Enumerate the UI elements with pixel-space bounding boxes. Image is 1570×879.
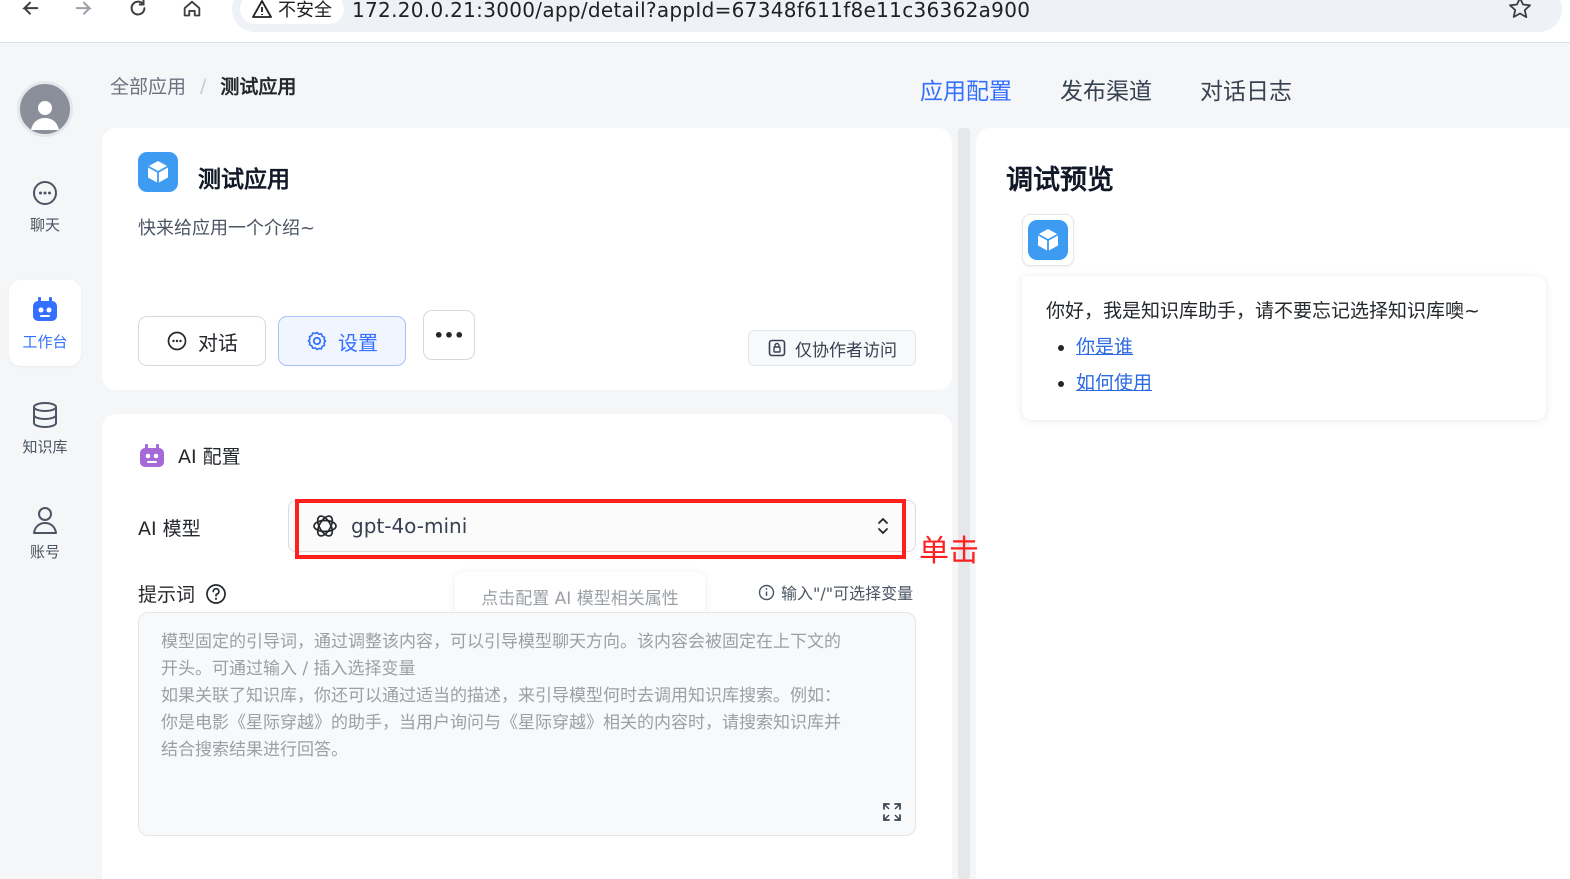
url-text[interactable]: 172.20.0.21:3000/app/detail?appId=67348f… [352, 0, 1030, 22]
person-icon [33, 506, 57, 534]
bot-greeting: 你好，我是知识库助手，请不要忘记选择知识库噢~ [1046, 300, 1480, 322]
home-icon [183, 0, 201, 17]
annotation-highlight-box [295, 499, 906, 559]
cube-icon [147, 161, 169, 183]
app-logo [1028, 220, 1068, 260]
sidebar-item-label: 账号 [29, 542, 60, 561]
chat-bubble-icon [33, 180, 57, 205]
app-description: 快来给应用一个介绍~ [138, 218, 316, 239]
settings-button-label: 设置 [338, 330, 378, 355]
debug-preview-panel: 调试预览 你好，我是知识库助手，请不要忘记选择知识库噢~ 你是谁 如何使用 [976, 128, 1570, 879]
tab-chat-logs[interactable]: 对话日志 [1200, 72, 1292, 106]
user-avatar-icon [31, 101, 59, 130]
model-label: AI 模型 [138, 518, 201, 540]
prompt-placeholder-line: 你是电影《星际穿越》的助手，当用户询问与《星际穿越》相关的内容时，请搜索知识库并 [161, 713, 841, 733]
breadcrumb: 全部应用 / 测试应用 [110, 72, 296, 99]
prompt-placeholder-line: 模型固定的引导词，通过调整该内容，可以引导模型聊天方向。该内容会被固定在上下文的 [161, 632, 841, 652]
sidebar-item-label: 聊天 [29, 215, 60, 234]
preview-title: 调试预览 [1006, 165, 1114, 196]
sidebar-item-label: 知识库 [22, 437, 68, 456]
insecure-label: 不安全 [278, 0, 332, 21]
panel-splitter[interactable] [958, 128, 970, 879]
prompt-label: 提示词 [138, 580, 227, 607]
robot-icon [33, 296, 57, 321]
more-button[interactable]: ••• [423, 310, 475, 360]
app-info-card: 测试应用 快来给应用一个介绍~ 对话 设置 ••• 仅协作者访问 [102, 128, 952, 390]
info-icon [758, 584, 775, 600]
bookmark-star-icon[interactable] [1508, 0, 1532, 20]
sidebar: 聊天 工作台 知识库 账号 [0, 43, 90, 879]
gear-icon [307, 331, 327, 351]
ai-config-card: AI 配置 AI 模型 gpt-4o-mini 点击配置 AI 模型相关属性 提… [102, 414, 952, 879]
help-circle-icon[interactable] [205, 583, 227, 605]
prompt-placeholder-line: 结合搜索结果进行回答。 [161, 740, 348, 760]
chat-button-label: 对话 [198, 330, 238, 355]
prompt-placeholder-line: 开头。可通过输入 / 插入选择变量 [161, 659, 416, 679]
variable-hint: 输入"/"可选择变量 [758, 580, 913, 604]
lock-icon [768, 339, 786, 357]
access-permission-label: 仅协作者访问 [795, 340, 897, 361]
breadcrumb-root[interactable]: 全部应用 [110, 72, 186, 99]
more-dots-icon: ••• [433, 325, 465, 345]
back-button[interactable] [16, 0, 44, 20]
top-tabs: 应用配置 发布渠道 对话日志 [920, 72, 1292, 106]
prompt-label-text: 提示词 [138, 584, 196, 606]
home-button[interactable] [178, 0, 206, 20]
app-logo [138, 152, 178, 192]
variable-hint-text: 输入"/"可选择变量 [781, 584, 914, 603]
avatar[interactable] [17, 81, 73, 137]
bot-avatar [1022, 214, 1074, 266]
prompt-placeholder-line: 如果关联了知识库，你还可以通过适当的描述，来引导模型何时去调用知识库搜索。例如： [161, 686, 841, 706]
list-item: 如何使用 [1076, 365, 1522, 401]
reload-button[interactable] [124, 0, 152, 20]
sidebar-item-label: 工作台 [22, 332, 68, 351]
tab-publish-channel[interactable]: 发布渠道 [1060, 72, 1152, 106]
prompt-textarea[interactable]: 模型固定的引导词，通过调整该内容，可以引导模型聊天方向。该内容会被固定在上下文的… [138, 612, 916, 836]
forward-button[interactable] [70, 0, 98, 20]
suggestion-link-how[interactable]: 如何使用 [1076, 372, 1152, 394]
cube-icon [1037, 229, 1059, 251]
access-permission-button[interactable]: 仅协作者访问 [748, 330, 916, 366]
bot-message-bubble: 你好，我是知识库助手，请不要忘记选择知识库噢~ 你是谁 如何使用 [1022, 276, 1546, 420]
arrow-right-icon [75, 1, 92, 15]
suggestion-link-who[interactable]: 你是谁 [1076, 336, 1133, 358]
sidebar-item-workbench[interactable]: 工作台 [9, 280, 81, 366]
breadcrumb-current: 测试应用 [220, 76, 297, 98]
list-item: 你是谁 [1076, 329, 1522, 365]
reload-icon [130, 0, 146, 16]
chat-bubble-icon [167, 331, 187, 351]
sidebar-item-knowledge[interactable]: 知识库 [9, 385, 81, 471]
app-name: 测试应用 [198, 167, 290, 193]
sidebar-item-account[interactable]: 账号 [9, 490, 81, 576]
arrow-left-icon [22, 1, 39, 15]
settings-button[interactable]: 设置 [278, 316, 406, 366]
suggestion-list: 你是谁 如何使用 [1076, 329, 1522, 401]
section-title-text: AI 配置 [178, 446, 241, 468]
robot-icon [140, 443, 164, 467]
address-bar[interactable]: 不安全 172.20.0.21:3000/app/detail?appId=67… [232, 0, 1562, 32]
chat-button[interactable]: 对话 [138, 316, 266, 366]
expand-icon[interactable] [881, 801, 903, 823]
section-title: AI 配置 [138, 442, 241, 469]
annotation-label: 单击 [919, 534, 979, 569]
breadcrumb-separator: / [200, 74, 207, 97]
warning-icon [252, 0, 272, 18]
sidebar-item-chat[interactable]: 聊天 [9, 163, 81, 249]
security-indicator[interactable]: 不安全 [240, 0, 344, 24]
tab-app-config[interactable]: 应用配置 [920, 72, 1012, 106]
database-icon [33, 401, 57, 428]
browser-toolbar: 不安全 172.20.0.21:3000/app/detail?appId=67… [0, 0, 1570, 43]
